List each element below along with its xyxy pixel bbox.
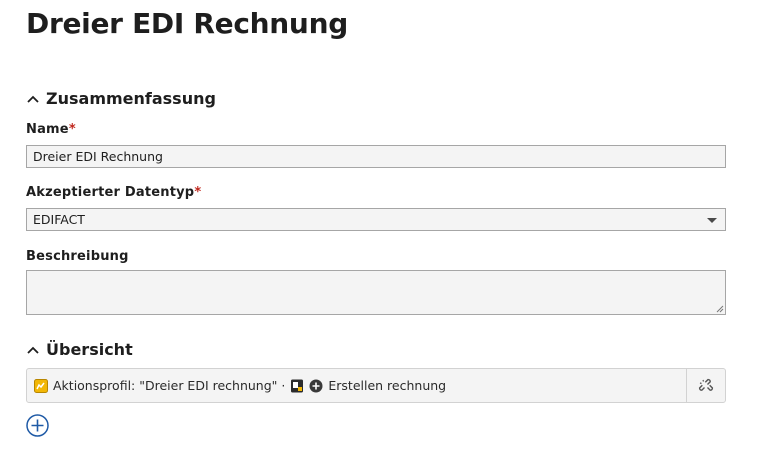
section-summary-title: Zusammenfassung [46, 89, 216, 108]
action-text: Erstellen rechnung [328, 378, 447, 393]
required-marker: * [68, 122, 76, 137]
description-label: Beschreibung [26, 249, 129, 264]
document-icon [291, 379, 304, 392]
datatype-selected-value: EDIFACT [33, 212, 85, 227]
datatype-label: Akzeptierter Datentyp* [26, 185, 202, 200]
add-circle-button[interactable] [26, 414, 49, 437]
action-profile-text: Aktionsprofil: "Dreier EDI rechnung" · [53, 378, 286, 393]
unlink-button[interactable] [686, 369, 725, 402]
chevron-up-icon [27, 95, 39, 103]
overview-item[interactable]: Aktionsprofil: "Dreier EDI rechnung" · E… [26, 368, 726, 403]
datatype-select[interactable]: EDIFACT [26, 208, 726, 231]
overview-item-content: Aktionsprofil: "Dreier EDI rechnung" · E… [27, 378, 686, 393]
page-title: Dreier EDI Rechnung [26, 7, 348, 40]
unlink-icon [698, 378, 714, 391]
plus-circle-icon [309, 379, 323, 392]
section-summary-toggle[interactable]: Zusammenfassung [26, 89, 216, 108]
description-textarea[interactable] [26, 270, 726, 315]
chevron-up-icon [27, 346, 39, 354]
section-overview-toggle[interactable]: Übersicht [26, 340, 133, 359]
section-overview-title: Übersicht [46, 340, 133, 359]
name-label: Name* [26, 122, 76, 137]
resize-grip-icon[interactable] [716, 305, 724, 313]
dropdown-arrow-icon [707, 218, 717, 223]
action-profile-icon [34, 378, 48, 393]
required-marker: * [194, 185, 202, 200]
name-input[interactable] [26, 145, 726, 168]
